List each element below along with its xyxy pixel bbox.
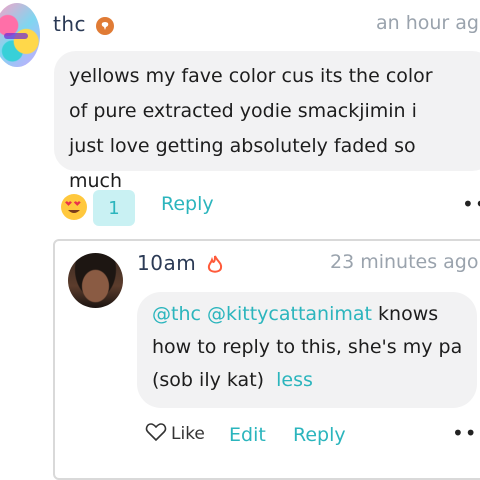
edit-button[interactable]: Edit (229, 424, 266, 446)
heart-outline-icon (145, 422, 167, 446)
reply-bubble: @thc @kittycattanimat knows how to reply… (137, 292, 477, 408)
like-button[interactable]: Like (145, 422, 205, 446)
heart-eyes-emoji-icon[interactable] (61, 194, 87, 220)
mention-kittycattanimat[interactable]: @kittycattanimat (207, 303, 372, 325)
avatar-thc[interactable] (0, 3, 40, 67)
like-label: Like (171, 424, 205, 444)
chat-badge-icon (96, 17, 114, 35)
username-10am[interactable]: 10am (137, 251, 196, 275)
comment-timestamp: an hour ag (376, 12, 479, 34)
comment-bubble: yellows my fave color cus its the color … (54, 51, 480, 192)
reply-reply-button[interactable]: Reply (293, 424, 346, 446)
mention-thc[interactable]: @thc (152, 303, 201, 325)
flame-icon (206, 255, 223, 273)
reply-more-button[interactable]: ••• (452, 421, 480, 445)
reply-text: @thc @kittycattanimat knows how to reply… (152, 298, 472, 397)
username-thc[interactable]: thc (53, 12, 86, 36)
less-link[interactable]: less (276, 369, 313, 391)
reaction-count[interactable]: 1 (93, 190, 135, 226)
comment-text: yellows my fave color cus its the color … (69, 65, 433, 192)
comment-more-button[interactable]: •• (462, 192, 480, 216)
reply-timestamp: 23 minutes ago (330, 251, 479, 273)
comment-reply-button[interactable]: Reply (161, 193, 214, 215)
avatar-10am[interactable] (68, 253, 123, 308)
